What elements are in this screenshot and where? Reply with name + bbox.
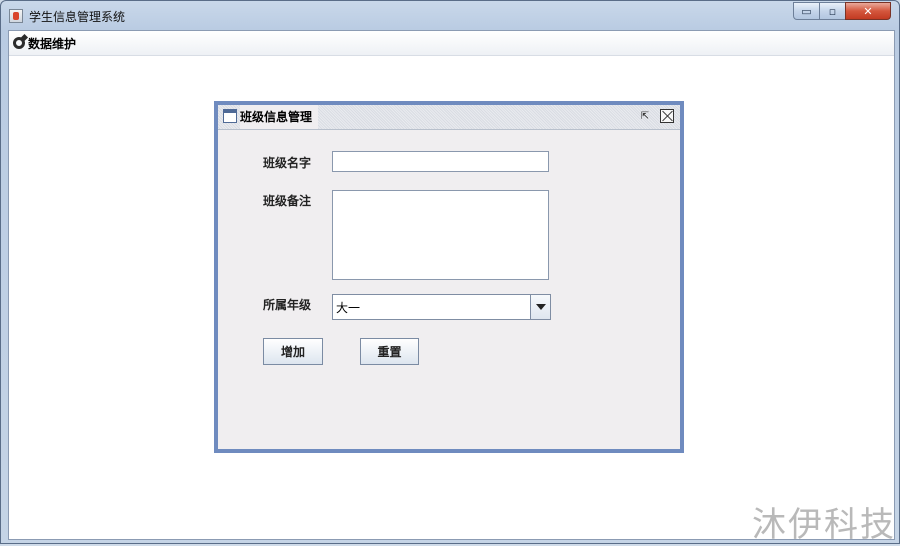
window-titlebar[interactable]: 学生信息管理系统 ▭ ▫ ✕	[1, 1, 899, 29]
grade-label: 所属年级	[263, 298, 312, 312]
menu-data-maintenance[interactable]: 数据维护	[13, 34, 76, 52]
desktop-pane: 班级信息管理 ⇱ 班级名字 班级备注 所属年级 大一 增加 重置	[9, 56, 894, 539]
java-app-icon	[9, 9, 23, 23]
frame-title: 班级信息管理	[240, 105, 319, 129]
frame-titlebar[interactable]: 班级信息管理 ⇱	[218, 105, 680, 130]
restore-icon[interactable]: ⇱	[638, 110, 652, 124]
class-note-label: 班级备注	[263, 194, 312, 208]
class-name-input[interactable]	[332, 151, 549, 172]
close-window-button[interactable]: ✕	[845, 2, 891, 20]
gear-icon	[13, 37, 25, 49]
menubar: 数据维护	[9, 31, 894, 56]
add-button[interactable]: 增加	[263, 338, 323, 365]
maximize-button[interactable]: ▫	[819, 2, 846, 20]
window-controls: ▭ ▫ ✕	[793, 2, 891, 20]
grade-select[interactable]: 大一	[332, 294, 551, 320]
window-title: 学生信息管理系统	[29, 10, 126, 24]
reset-button[interactable]: 重置	[360, 338, 419, 365]
class-info-frame: 班级信息管理 ⇱ 班级名字 班级备注 所属年级 大一 增加 重置	[214, 101, 684, 453]
window-client-area: 数据维护 班级信息管理 ⇱ 班级名字 班级备注 所属年级 大一 增加 重置	[8, 30, 895, 540]
menu-data-maintenance-label: 数据维护	[28, 36, 77, 51]
chevron-down-icon[interactable]	[530, 295, 550, 319]
class-name-label: 班级名字	[263, 156, 312, 170]
class-note-textarea[interactable]	[332, 190, 549, 280]
close-icon[interactable]	[660, 109, 674, 123]
grade-selected-value: 大一	[333, 295, 530, 319]
app-window: 学生信息管理系统 ▭ ▫ ✕ 数据维护 班级信息管理 ⇱ 班级名字 班级备注 所…	[0, 0, 900, 544]
watermark: 沐伊科技	[752, 505, 896, 545]
frame-icon	[223, 109, 237, 123]
minimize-button[interactable]: ▭	[793, 2, 820, 20]
